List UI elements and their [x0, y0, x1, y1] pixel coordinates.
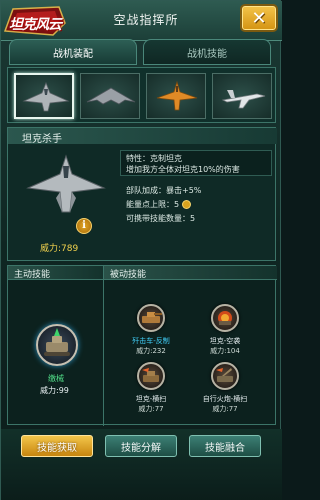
plane-name: 坦克杀手 [22, 134, 62, 145]
passive-skill-4-power: 威力:77 [212, 405, 238, 413]
disarm-skill-icon[interactable] [36, 324, 78, 366]
trait-title: 特性：克制坦克 [126, 154, 182, 163]
passive-skill-2-name: 坦克-空袭 [209, 337, 241, 345]
skill-fuse-button[interactable]: 技能融合 [189, 435, 261, 457]
passive-skill-4[interactable] [211, 362, 239, 390]
active-skill-name: 缴械 [48, 374, 64, 383]
close-button[interactable]: ✕ [240, 4, 278, 32]
stat-energy-cap: 能量点上限：5 [126, 199, 192, 210]
stealth-fighter-icon [26, 154, 106, 213]
passive-skill-2[interactable] [211, 304, 239, 332]
logo-text: 坦克风云 [9, 17, 62, 33]
close-icon: ✕ [251, 7, 267, 29]
passive-skills-title: 被动技能 [110, 270, 147, 280]
skill-decompose-button[interactable]: 技能分解 [105, 435, 177, 457]
plane-selector [7, 67, 276, 123]
passive-skill-3[interactable] [137, 362, 165, 390]
plane-slot-3[interactable] [146, 73, 206, 119]
skill-decompose-label: 技能分解 [121, 442, 161, 454]
plane-slot-1[interactable] [14, 73, 74, 119]
passive-skill-3-power: 威力:77 [138, 405, 164, 413]
skills-panel: 主动技能 被动技能 缴械 威力:99 歼击车-反制 威力:232 坦克-空袭 威… [7, 265, 277, 426]
passive-skill-4-name: 自行火炮-横扫 [202, 395, 248, 403]
active-skills-title: 主动技能 [14, 270, 51, 280]
page-title: 空战指挥所 [113, 13, 179, 27]
skill-fuse-label: 技能融合 [205, 442, 245, 454]
plane-name-bar: 坦克杀手 [8, 128, 277, 145]
header-bar: 坦克风云 空战指挥所 ✕ [1, 1, 282, 41]
plane-detail-panel: 坦克杀手 i 威力:789 特性：克制坦克 增加我方全体对坦克10%的伤害 部队… [7, 127, 277, 261]
stealth-fighter-icon [22, 81, 70, 112]
tab-plane-equip[interactable]: 战机装配 [9, 39, 137, 65]
skills-divider [103, 266, 104, 426]
orange-fighter-icon [156, 80, 198, 111]
passive-skill-1-power: 威力:232 [136, 347, 166, 355]
skill-acquire-button[interactable]: 技能获取 [21, 435, 93, 457]
game-logo: 坦克风云 [3, 3, 67, 39]
tank-airstrike-icon [218, 311, 232, 325]
plane-slot-4[interactable] [212, 73, 272, 119]
tab-label: 战机技能 [187, 48, 227, 60]
artillery-sweep-icon [216, 368, 233, 382]
passive-skill-1-name: 歼击车-反制 [132, 337, 170, 345]
passive-skills-header: 被动技能 [104, 266, 277, 280]
info-icon[interactable]: i [76, 218, 92, 234]
passive-skill-1[interactable] [137, 304, 165, 332]
tab-label: 战机装配 [53, 48, 93, 60]
skill-acquire-label: 技能获取 [37, 442, 77, 454]
passive-skill-2-power: 威力:104 [210, 347, 240, 355]
tank-destroyer-counter-icon [142, 312, 162, 323]
stat-energy-text: 能量点上限：5 [126, 200, 180, 209]
tab-plane-skills[interactable]: 战机技能 [143, 39, 271, 65]
stat-skill-slots: 可携带技能数量：5 [126, 214, 196, 223]
game-window: 坦克风云 空战指挥所 ✕ 战机装配 战机技能 坦克杀手 i 威力:789 特性：… [0, 0, 282, 500]
tank-disarm-icon [44, 328, 70, 356]
trait-box: 特性：克制坦克 增加我方全体对坦克10%的伤害 [120, 150, 272, 176]
stealth-bomber-icon [86, 87, 136, 105]
passive-skill-3-name: 坦克-横扫 [135, 395, 167, 403]
active-skills-header: 主动技能 [8, 266, 103, 280]
white-jet-icon [221, 90, 266, 109]
tank-sweep-icon [142, 368, 159, 382]
energy-coin-icon [182, 200, 192, 209]
plane-slot-2[interactable] [80, 73, 140, 119]
trait-description: 增加我方全体对坦克10%的伤害 [126, 165, 240, 174]
active-skill-power: 威力:99 [40, 386, 69, 395]
plane-power: 威力:789 [40, 244, 79, 254]
stat-crit-bonus: 部队加成：暴击+5% [126, 186, 202, 195]
